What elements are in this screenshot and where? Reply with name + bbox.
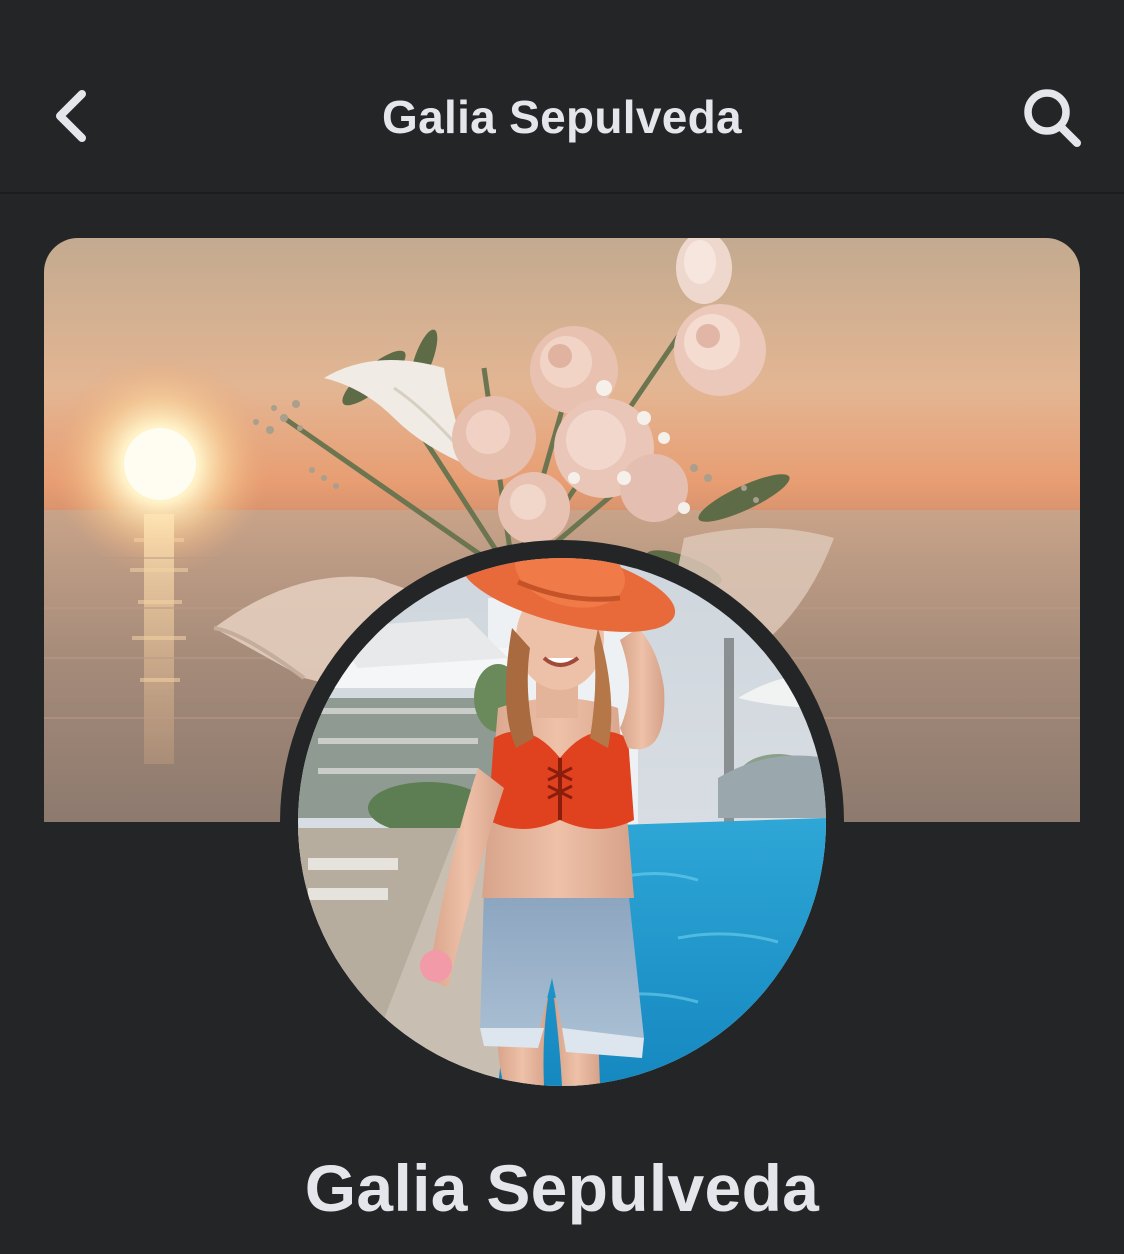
- top-nav-bar: Galia Sepulveda: [0, 0, 1124, 194]
- profile-avatar[interactable]: [298, 558, 826, 1086]
- search-button[interactable]: [1010, 80, 1094, 156]
- profile-screen: Galia Sepulveda Galia Sepulveda: [0, 0, 1124, 1254]
- profile-name: Galia Sepulveda: [304, 1151, 820, 1225]
- nav-title: Galia Sepulveda: [382, 91, 742, 143]
- search-icon: [1024, 89, 1081, 147]
